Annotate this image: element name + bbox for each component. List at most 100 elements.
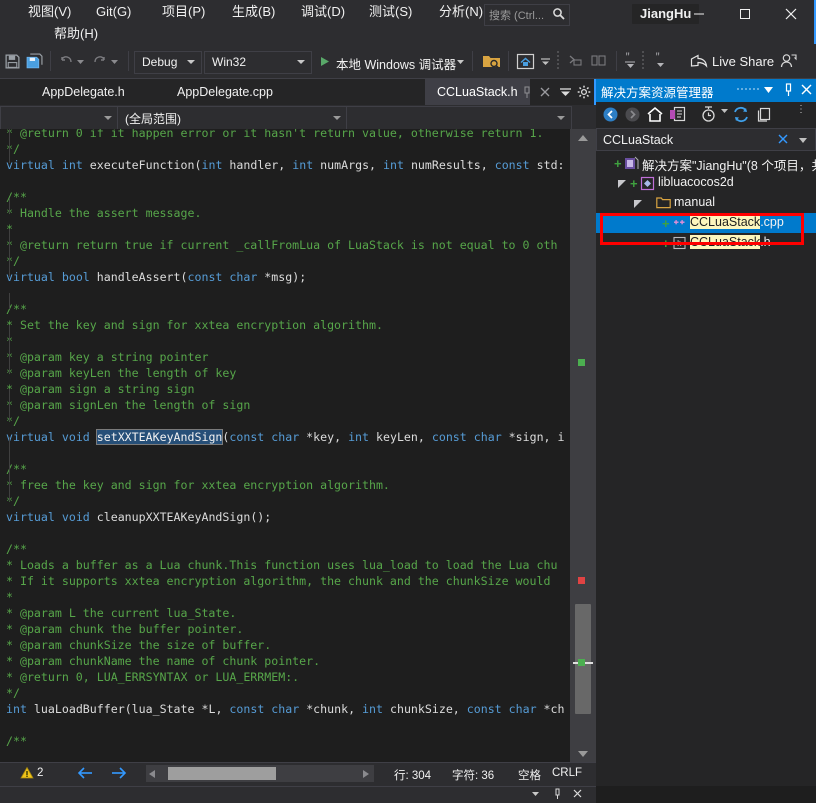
code-line: * Loads a buffer as a Lua chunk.This fun… xyxy=(6,558,558,572)
tree-row-label: CCLuaStack.h xyxy=(690,235,771,249)
close-icon[interactable] xyxy=(539,79,551,105)
menu-item-0[interactable]: 视图(V) xyxy=(22,2,77,22)
comment-guide xyxy=(9,437,10,501)
overflow-icon[interactable]: ⋮⋮ xyxy=(796,104,810,114)
outdent-controls-icon[interactable]: " xyxy=(654,47,667,75)
warning-icon[interactable] xyxy=(20,766,34,780)
menu-item-4[interactable]: 调试(D) xyxy=(295,2,351,22)
pending-changes-icon[interactable] xyxy=(700,106,717,123)
nav-scope-dropdown[interactable]: (全局范围) xyxy=(117,106,348,130)
scroll-up-icon[interactable] xyxy=(570,129,596,146)
menu-item-help[interactable]: 帮助(H) xyxy=(48,24,104,44)
save-all-icon[interactable] xyxy=(26,47,43,75)
tree-row[interactable]: + h CCLuaStack.h xyxy=(596,233,816,253)
drag-handle-icon[interactable] xyxy=(736,83,760,97)
menu-item-3[interactable]: 生成(B) xyxy=(226,2,281,22)
tree-row-label: 解决方案"JiangHu"(8 个项目，共 xyxy=(642,159,816,173)
code-line: /** xyxy=(6,462,27,476)
minimize-icon[interactable] xyxy=(530,788,541,799)
search-icon xyxy=(552,7,566,21)
maximize-button[interactable] xyxy=(722,0,767,28)
svg-text:h: h xyxy=(677,240,682,249)
configuration-dropdown[interactable]: Debug xyxy=(134,51,202,74)
search-match-highlight: CCLuaStack xyxy=(690,235,761,249)
hscroll-thumb[interactable] xyxy=(168,767,276,780)
code-content[interactable]: * @return 0 if it happen error or it has… xyxy=(6,129,565,749)
show-all-files-icon[interactable] xyxy=(756,106,773,123)
pin-icon[interactable] xyxy=(782,83,795,97)
share-icon[interactable] xyxy=(690,47,708,75)
pin-icon[interactable] xyxy=(521,79,533,105)
arrow-left-icon[interactable] xyxy=(76,765,94,781)
home-icon[interactable] xyxy=(646,106,664,123)
tab-appdelegate-h[interactable]: AppDelegate.h xyxy=(30,79,137,105)
undo-icon[interactable] xyxy=(58,47,74,75)
home-window-icon[interactable] xyxy=(516,47,535,75)
toolbar-separator-2 xyxy=(128,51,129,71)
platform-dropdown[interactable]: Win32 xyxy=(204,51,312,74)
tree-row-selected[interactable]: + CCLuaStack.cpp xyxy=(596,213,816,233)
tree-row[interactable]: manual xyxy=(596,193,816,213)
run-target-label[interactable]: 本地 Windows 调试器 xyxy=(336,54,456,73)
expander-expanded-icon[interactable] xyxy=(618,179,627,188)
menu-item-6[interactable]: 分析(N) xyxy=(433,2,489,22)
code-line: int luaLoadBuffer(lua_State *L, const ch… xyxy=(6,702,565,716)
chevron-down-icon[interactable] xyxy=(798,136,808,144)
close-icon[interactable] xyxy=(572,788,583,799)
folder-search-icon[interactable] xyxy=(482,47,501,75)
indent-controls-icon[interactable]: " xyxy=(624,47,637,75)
tab-appdelegate-cpp[interactable]: AppDelegate.cpp xyxy=(165,79,285,105)
run-target-dropdown-icon[interactable] xyxy=(456,47,465,75)
code-line: * @param signLen the length of sign xyxy=(6,398,251,412)
chevron-down-icon[interactable] xyxy=(559,79,572,105)
search-input[interactable]: 搜索 (Ctrl... xyxy=(484,4,570,26)
live-share-label[interactable]: Live Share xyxy=(712,54,774,69)
minimize-button[interactable] xyxy=(676,0,721,28)
redo-dropdown-icon[interactable] xyxy=(110,47,119,75)
nav-member-dropdown[interactable] xyxy=(346,106,572,130)
tree-row[interactable]: + 解决方案"JiangHu"(8 个项目，共 xyxy=(596,153,816,173)
code-editor[interactable]: * @return 0 if it happen error or it has… xyxy=(0,129,570,762)
code-line: virtual void setXXTEAKeyAndSign(const ch… xyxy=(6,429,565,445)
expander-expanded-icon[interactable] xyxy=(634,199,643,208)
close-button[interactable] xyxy=(768,0,813,28)
undo-dropdown-icon[interactable] xyxy=(76,47,85,75)
hscroll-left-icon[interactable] xyxy=(148,769,156,779)
change-marker-green xyxy=(578,359,585,366)
svg-text:": " xyxy=(655,52,660,62)
clear-icon[interactable] xyxy=(777,133,789,146)
editor-horizontal-scrollbar[interactable] xyxy=(146,765,374,782)
nav-project-dropdown[interactable] xyxy=(0,106,119,130)
comment-guide xyxy=(9,389,10,421)
solution-explorer-search-input[interactable]: CCLuaStack xyxy=(596,128,816,151)
back-icon[interactable] xyxy=(602,106,619,123)
refresh-icon[interactable] xyxy=(732,106,750,123)
menu-item-5[interactable]: 测试(S) xyxy=(363,2,418,22)
chevron-down-icon[interactable] xyxy=(720,106,729,115)
sync-with-document-icon[interactable] xyxy=(669,106,687,123)
pin-icon[interactable] xyxy=(552,788,563,800)
chevron-down-icon[interactable] xyxy=(762,83,775,96)
scroll-down-icon[interactable] xyxy=(570,745,596,762)
arrow-right-icon[interactable] xyxy=(110,765,128,781)
tree-row[interactable]: + libluacocos2d xyxy=(596,173,816,193)
solution-explorer-tree[interactable]: + 解决方案"JiangHu"(8 个项目，共 + libluacocos2d manu… xyxy=(596,153,816,785)
tab-ccluastack-h[interactable]: CCLuaStack.h xyxy=(425,79,530,105)
hscroll-right-icon[interactable] xyxy=(362,769,370,779)
save-icon[interactable] xyxy=(4,47,21,75)
code-line: * @param keyLen the length of key xyxy=(6,366,237,380)
menu-item-1[interactable]: Git(G) xyxy=(90,2,137,22)
step-into-icon[interactable] xyxy=(568,47,585,75)
forward-icon[interactable] xyxy=(624,106,641,123)
close-icon[interactable] xyxy=(800,83,813,96)
play-icon[interactable] xyxy=(318,47,331,75)
redo-icon[interactable] xyxy=(92,47,108,75)
account-icon[interactable] xyxy=(780,47,798,75)
editor-vertical-scrollbar[interactable] xyxy=(570,129,596,762)
home-window-dropdown-icon[interactable] xyxy=(540,47,551,75)
space-indicator: 空格 xyxy=(518,770,541,782)
code-line: */ xyxy=(6,254,20,268)
step-over-icon[interactable] xyxy=(590,47,607,75)
gear-icon[interactable] xyxy=(577,79,591,105)
menu-item-2[interactable]: 项目(P) xyxy=(156,2,211,22)
